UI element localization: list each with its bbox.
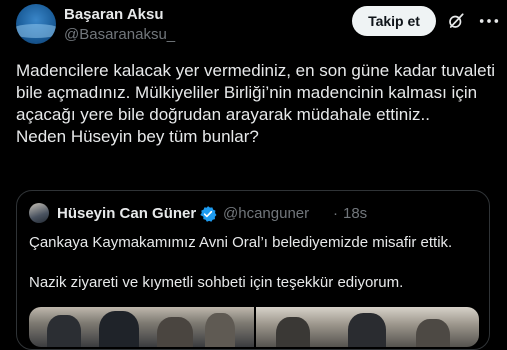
quoted-photo-1[interactable] <box>29 307 254 347</box>
avatar-wave-shape <box>16 24 56 38</box>
quoted-author-handle[interactable]: @hcanguner <box>223 205 309 222</box>
meta-separator: · <box>333 205 338 222</box>
quoted-photo-2[interactable] <box>256 307 479 347</box>
author-name[interactable]: Başaran Aksu <box>64 6 164 23</box>
author-handle[interactable]: @Basaranaksu_ <box>64 26 175 43</box>
verified-badge-icon <box>200 206 217 222</box>
quoted-media[interactable] <box>29 307 479 347</box>
quoted-author-name[interactable]: Hüseyin Can Güner <box>57 205 196 222</box>
quoted-tweet-text: Çankaya Kaymakamımız Avni Oral’ı belediy… <box>29 234 453 291</box>
grok-icon[interactable] <box>447 12 465 30</box>
tweet-text: Madencilere kalacak yer vermediniz, en s… <box>16 61 496 146</box>
follow-button[interactable]: Takip et <box>352 6 436 36</box>
quoted-author-avatar[interactable] <box>29 203 49 223</box>
author-avatar[interactable] <box>16 4 56 44</box>
more-icon[interactable] <box>478 12 500 30</box>
quoted-timestamp[interactable]: 18s <box>343 205 367 222</box>
quoted-tweet[interactable]: Hüseyin Can Güner @hcanguner · 18s Çanka… <box>16 190 490 350</box>
